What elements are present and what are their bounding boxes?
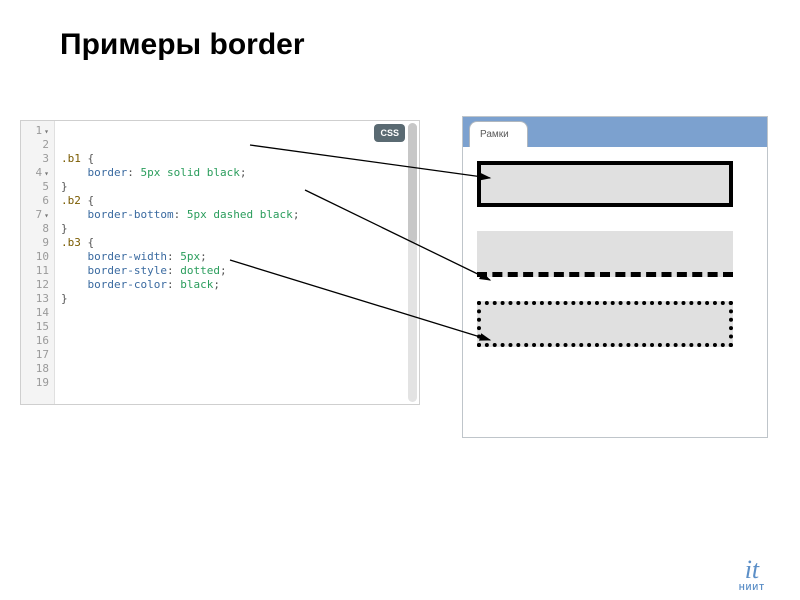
css-property: border (88, 166, 128, 179)
css-property: border-width (88, 250, 167, 263)
line-number: 14 (21, 306, 54, 320)
line-number: 12 (21, 278, 54, 292)
logo-mark: it (739, 557, 765, 583)
indent (61, 278, 88, 291)
css-value: 5px dashed black (187, 208, 293, 221)
css-value: 5px solid black (141, 166, 240, 179)
demo-box-dashed (477, 231, 733, 277)
browser-tab[interactable]: Рамки (469, 121, 528, 147)
slide-title: Примеры border (60, 28, 305, 62)
line-number: 9 (21, 236, 54, 250)
brace: } (61, 222, 68, 235)
colon: : (167, 264, 180, 277)
colon: : (174, 208, 187, 221)
css-value: dotted (180, 264, 220, 277)
indent (61, 264, 88, 277)
css-property: border-color (88, 278, 167, 291)
line-number: 11 (21, 264, 54, 278)
css-value: 5px (180, 250, 200, 263)
line-number: 13 (21, 292, 54, 306)
line-number: 8 (21, 222, 54, 236)
line-number: 18 (21, 362, 54, 376)
line-number: 3 (21, 152, 54, 166)
colon: : (167, 250, 180, 263)
brace: { (88, 236, 95, 249)
colon: : (167, 278, 180, 291)
brace: } (61, 180, 68, 193)
line-number: 15 (21, 320, 54, 334)
line-number: 16 (21, 334, 54, 348)
line-number: 6 (21, 194, 54, 208)
line-number: 10 (21, 250, 54, 264)
scrollbar-thumb[interactable] (408, 123, 417, 243)
brace: { (88, 194, 95, 207)
code-body[interactable]: CSS .b1 { border: 5px solid black; } .b2… (55, 121, 419, 404)
semicolon: ; (220, 264, 227, 277)
line-number: 5 (21, 180, 54, 194)
indent (61, 250, 88, 263)
line-number: 1 (21, 124, 54, 138)
demo-box-solid (477, 161, 733, 207)
line-number: 7 (21, 208, 54, 222)
semicolon: ; (213, 278, 220, 291)
line-number-gutter: 12345678910111213141516171819 (21, 121, 55, 404)
colon: : (127, 166, 140, 179)
css-property: border-style (88, 264, 167, 277)
line-number: 17 (21, 348, 54, 362)
brace: } (61, 292, 68, 305)
semicolon: ; (293, 208, 300, 221)
logo-subtext: НИИТ (739, 583, 765, 592)
line-number: 19 (21, 376, 54, 390)
code-editor-panel: 12345678910111213141516171819 CSS .b1 { … (20, 120, 420, 405)
selector: .b1 (61, 152, 81, 165)
line-number: 2 (21, 138, 54, 152)
css-property: border-bottom (88, 208, 174, 221)
indent (61, 208, 88, 221)
indent (61, 166, 88, 179)
semicolon: ; (200, 250, 207, 263)
brace: { (88, 152, 95, 165)
css-value: black (180, 278, 213, 291)
demo-box-dotted (477, 301, 733, 347)
preview-browser-panel: Рамки (462, 116, 768, 438)
selector: .b2 (61, 194, 81, 207)
semicolon: ; (240, 166, 247, 179)
footer-logo: it НИИТ (739, 557, 765, 592)
language-badge: CSS (374, 124, 405, 142)
selector: .b3 (61, 236, 81, 249)
line-number: 4 (21, 166, 54, 180)
preview-body (463, 147, 767, 385)
browser-tabbar: Рамки (463, 117, 767, 147)
scrollbar[interactable] (408, 123, 417, 402)
